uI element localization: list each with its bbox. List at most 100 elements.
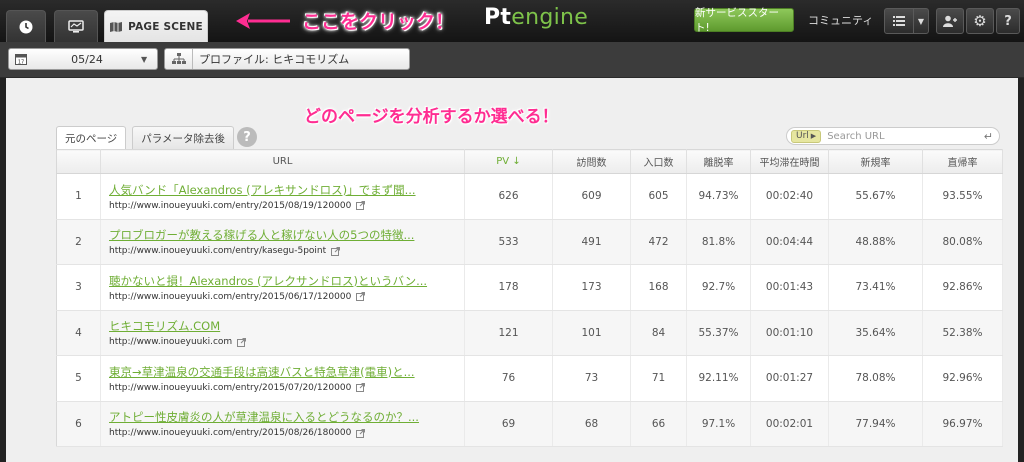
- col-avg-time-header[interactable]: 平均滞在時間: [750, 149, 829, 174]
- row-index: 1: [56, 173, 101, 220]
- monitor-icon: [68, 19, 84, 33]
- external-link-icon[interactable]: [331, 246, 341, 256]
- entries-value: 66: [630, 401, 687, 447]
- new-service-button[interactable]: 新サービススタート!: [694, 7, 794, 34]
- community-link[interactable]: コミュニティ: [808, 12, 873, 28]
- entries-value: 71: [630, 355, 687, 402]
- external-link-icon[interactable]: [237, 337, 247, 347]
- table-row: 2 プロブロガーが教える稼げる人と稼げない人の5つの特徴... http://www…: [56, 219, 1003, 265]
- new-rate-value: 48.88%: [828, 219, 923, 265]
- pv-value: 69: [464, 401, 553, 447]
- col-entries-header[interactable]: 入口数: [630, 149, 687, 174]
- chevron-down-icon[interactable]: ▼: [913, 8, 929, 34]
- pv-value: 178: [464, 264, 553, 311]
- avg-time-value: 00:01:43: [750, 264, 829, 311]
- page-title-link[interactable]: ヒキコモリズム.COM: [109, 318, 464, 334]
- col-url-header[interactable]: URL: [100, 149, 465, 174]
- row-url-cell: プロブロガーが教える稼げる人と稼げない人の5つの特徴... http://www.…: [100, 219, 465, 265]
- calendar-icon: 17: [9, 53, 33, 65]
- col-pv-header[interactable]: PV ↓: [464, 149, 553, 174]
- exit-rate-value: 94.73%: [686, 173, 751, 220]
- visits-value: 609: [552, 173, 631, 220]
- exit-rate-value: 92.11%: [686, 355, 751, 402]
- entries-value: 472: [630, 219, 687, 265]
- annotation-click-here: ここをクリック！: [302, 11, 455, 33]
- new-rate-value: 78.08%: [828, 355, 923, 402]
- clock-icon: [19, 20, 33, 33]
- ptengine-logo: Ptengine: [484, 5, 589, 30]
- row-index: 6: [56, 401, 101, 447]
- annotation-select-page: どのページを分析するか選べる！: [304, 107, 559, 127]
- url-filter-pill[interactable]: Url ▶: [791, 129, 822, 143]
- profile-selector[interactable]: プロファイル: ヒキコモリズム: [164, 48, 410, 70]
- page-scene-tab[interactable]: PAGE SCENE: [104, 10, 208, 42]
- bounce-rate-value: 80.08%: [922, 219, 1003, 265]
- page-scene-label: PAGE SCENE: [128, 20, 203, 33]
- list-menu-button[interactable]: [884, 8, 914, 34]
- enter-icon[interactable]: ↵: [984, 130, 993, 143]
- row-index: 3: [56, 264, 101, 311]
- table-row: 1 人気バンド「Alexandros (アレキサンドロス)」でまず聞... http…: [56, 173, 1003, 220]
- bounce-rate-value: 92.96%: [922, 355, 1003, 402]
- sitemap-icon: [165, 49, 193, 69]
- page-title-link[interactable]: 聴かないと損！Alexandros (アレクサンドロス)というバン...: [109, 273, 464, 289]
- page-title-link[interactable]: プロブロガーが教える稼げる人と稼げない人の5つの特徴...: [109, 227, 464, 243]
- col-index-header[interactable]: [56, 149, 101, 174]
- page-url: http://www.inoueyuuki.com: [109, 337, 233, 348]
- page-stats-table: URL PV ↓ 訪問数 入口数 離脱率 平均滞在時間 新規率 直帰率 1 人気バンド「Alex…: [56, 149, 1003, 447]
- table-row: 5 東京→草津温泉の交通手段は高速バスと特急草津(電車)と... http://ww…: [56, 355, 1003, 402]
- bounce-rate-value: 93.55%: [922, 173, 1003, 220]
- page-url: http://www.inoueyuuki.com/entry/2015/07/…: [109, 382, 352, 393]
- exit-rate-value: 92.7%: [686, 264, 751, 311]
- page-title-link[interactable]: アトピー性皮膚炎の人が草津温泉に入るとどうなるのか？...: [109, 409, 464, 425]
- entries-value: 84: [630, 310, 687, 356]
- visits-value: 173: [552, 264, 631, 311]
- table-row: 4 ヒキコモリズム.COM http://www.inoueyuuki.com 121…: [56, 310, 1003, 356]
- list-icon: [893, 16, 905, 26]
- search-input[interactable]: Search URL: [827, 131, 984, 142]
- row-url-cell: 東京→草津温泉の交通手段は高速バスと特急草津(電車)と... http://www…: [100, 355, 465, 402]
- add-user-button[interactable]: [936, 8, 964, 34]
- map-icon: [110, 21, 123, 32]
- avg-time-value: 00:01:27: [750, 355, 829, 402]
- add-user-icon: [943, 15, 957, 27]
- history-tab[interactable]: [6, 10, 46, 42]
- help-button[interactable]: ?: [996, 8, 1020, 34]
- col-bounce-rate-header[interactable]: 直帰率: [922, 149, 1003, 174]
- row-url-cell: アトピー性皮膚炎の人が草津温泉に入るとどうなるのか？... http://www.…: [100, 401, 465, 447]
- page-title-link[interactable]: 東京→草津温泉の交通手段は高速バスと特急草津(電車)と...: [109, 364, 464, 380]
- entries-value: 605: [630, 173, 687, 220]
- page-title-link[interactable]: 人気バンド「Alexandros (アレキサンドロス)」でまず聞...: [109, 182, 464, 198]
- avg-time-value: 00:04:44: [750, 219, 829, 265]
- bounce-rate-value: 92.86%: [922, 264, 1003, 311]
- pv-value: 76: [464, 355, 553, 402]
- row-index: 2: [56, 219, 101, 265]
- col-visits-header[interactable]: 訪問数: [552, 149, 631, 174]
- url-search-box[interactable]: Url ▶ Search URL ↵: [786, 127, 1000, 145]
- help-icon[interactable]: ?: [237, 127, 257, 147]
- external-link-icon[interactable]: [356, 201, 366, 211]
- monitor-tab[interactable]: [54, 10, 98, 42]
- table-row: 3 聴かないと損！Alexandros (アレクサンドロス)というバン... htt…: [56, 264, 1003, 311]
- date-picker[interactable]: 17 05/24 ▼: [8, 48, 158, 70]
- external-link-icon[interactable]: [356, 383, 366, 393]
- tab-original-page[interactable]: 元のページ: [56, 126, 127, 150]
- tab-params-removed[interactable]: パラメータ除去後: [132, 126, 234, 149]
- table-row: 6 アトピー性皮膚炎の人が草津温泉に入るとどうなるのか？... http://www…: [56, 401, 1003, 447]
- avg-time-value: 00:02:40: [750, 173, 829, 220]
- avg-time-value: 00:01:10: [750, 310, 829, 356]
- external-link-icon[interactable]: [356, 428, 366, 438]
- col-new-rate-header[interactable]: 新規率: [828, 149, 923, 174]
- svg-text:17: 17: [18, 60, 24, 66]
- date-value: 05/24: [71, 52, 103, 66]
- row-index: 4: [56, 310, 101, 356]
- visits-value: 68: [552, 401, 631, 447]
- new-rate-value: 55.67%: [828, 173, 923, 220]
- row-url-cell: 人気バンド「Alexandros (アレキサンドロス)」でまず聞... http:…: [100, 173, 465, 220]
- external-link-icon[interactable]: [356, 292, 366, 302]
- gear-icon[interactable]: ⚙: [966, 8, 994, 34]
- exit-rate-value: 81.8%: [686, 219, 751, 265]
- col-exit-rate-header[interactable]: 離脱率: [686, 149, 751, 174]
- chevron-down-icon: ▼: [141, 54, 148, 64]
- filter-bar: 17 05/24 ▼ プロファイル: ヒキコモリズム: [0, 42, 1024, 78]
